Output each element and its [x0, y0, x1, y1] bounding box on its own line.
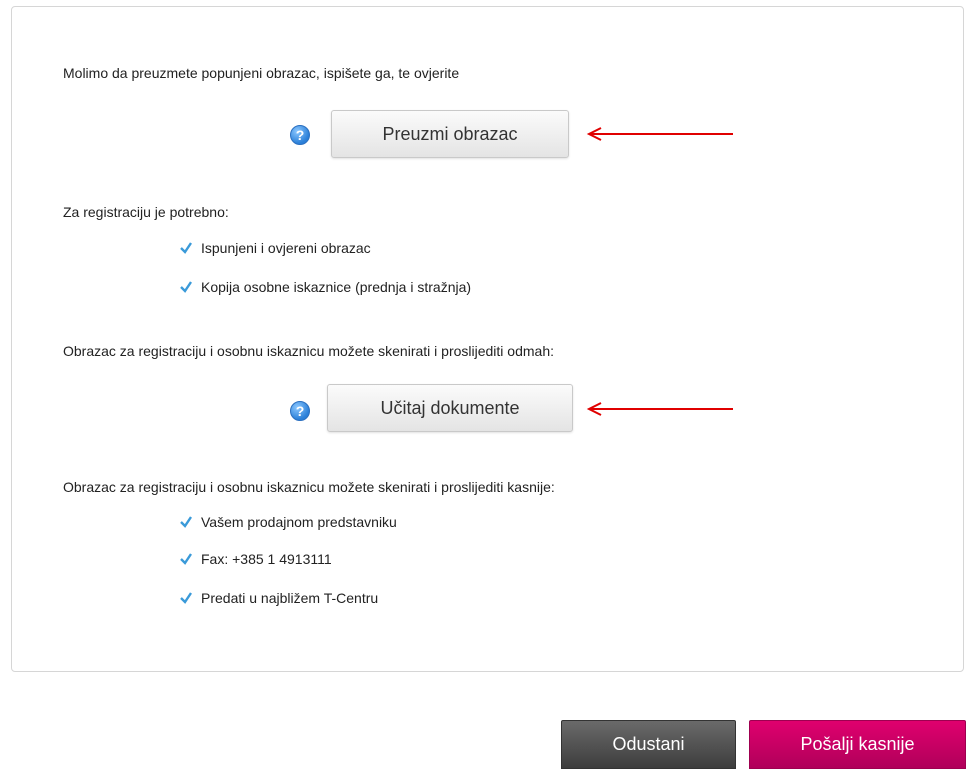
scan-later-item-label: Fax: +385 1 4913111 [201, 551, 332, 567]
send-later-button[interactable]: Pošalji kasnije [749, 720, 966, 769]
checkmark-icon [180, 592, 192, 604]
scan-later-text: Obrazac za registraciju i osobnu iskazni… [63, 479, 555, 495]
registration-panel [11, 6, 964, 672]
red-arrow-icon [586, 127, 733, 141]
scan-now-text: Obrazac za registraciju i osobnu iskazni… [63, 343, 554, 359]
requirement-item-label: Kopija osobne iskaznice (prednja i straž… [201, 279, 472, 295]
upload-documents-button[interactable]: Učitaj dokumente [327, 384, 573, 432]
red-arrow-icon [586, 402, 733, 416]
requirement-item-label: Ispunjeni i ovjereni obrazac [201, 240, 371, 256]
requirement-item: Ispunjeni i ovjereni obrazac [179, 240, 371, 256]
download-form-button[interactable]: Preuzmi obrazac [331, 110, 569, 158]
requirements-heading: Za registraciju je potrebno: [63, 204, 229, 220]
scan-later-item-label: Predati u najbližem T-Centru [201, 590, 379, 606]
intro-text: Molimo da preuzmete popunjeni obrazac, i… [63, 65, 460, 81]
scan-later-item-label: Vašem prodajnom predstavniku [201, 514, 397, 530]
checkmark-icon [180, 242, 192, 254]
requirement-item: Kopija osobne iskaznice (prednja i straž… [179, 279, 471, 295]
scan-later-item: Fax: +385 1 4913111 [179, 551, 332, 567]
scan-later-item: Predati u najbližem T-Centru [179, 590, 378, 606]
scan-later-item: Vašem prodajnom predstavniku [179, 514, 397, 530]
download-help-icon[interactable]: ? [290, 125, 310, 145]
checkmark-icon [180, 553, 192, 565]
checkmark-icon [180, 516, 192, 528]
cancel-button[interactable]: Odustani [561, 720, 736, 769]
checkmark-icon [180, 281, 192, 293]
upload-help-icon[interactable]: ? [290, 401, 310, 421]
